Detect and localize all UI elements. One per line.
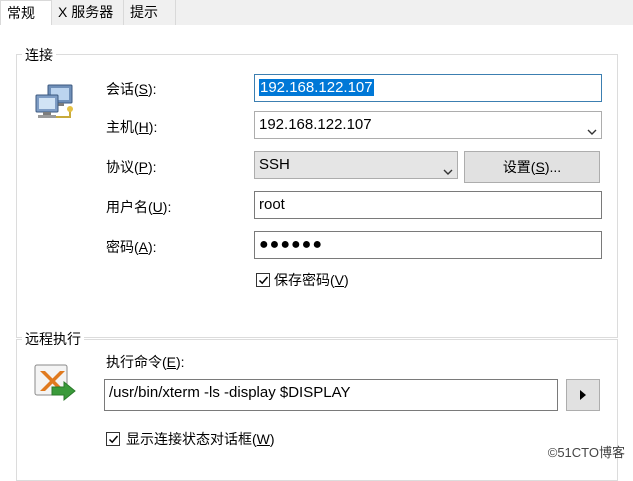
protocol-label: 协议(P): — [106, 159, 157, 175]
triangle-right-icon — [580, 390, 586, 400]
show-status-dialog-label[interactable]: 显示连接状态对话框(W) — [126, 430, 275, 448]
tab-hints[interactable]: 提示 — [124, 0, 176, 25]
password-input-value: ●●●●●● — [259, 236, 323, 253]
tab-hints-label: 提示 — [130, 4, 158, 20]
save-password-checkbox[interactable] — [256, 273, 270, 287]
command-input[interactable]: /usr/bin/xterm -ls -display $DISPLAY — [104, 379, 558, 411]
connection-group-title: 连接 — [22, 45, 56, 65]
protocol-select[interactable]: SSH — [254, 151, 458, 179]
xmanager-launch-icon — [34, 363, 76, 403]
host-combobox[interactable]: 192.168.122.107 — [254, 111, 602, 139]
session-input-value: 192.168.122.107 — [259, 79, 374, 96]
settings-button[interactable]: 设置(S)... — [464, 151, 600, 183]
chevron-down-icon[interactable] — [443, 160, 453, 175]
session-label: 会话(S): — [106, 81, 157, 97]
command-input-value: /usr/bin/xterm -ls -display $DISPLAY — [109, 384, 351, 401]
tab-x-server[interactable]: X 服务器 — [52, 0, 124, 25]
chevron-down-icon[interactable] — [587, 120, 597, 135]
tab-bar: 常规 X 服务器 提示 — [0, 0, 633, 26]
session-input[interactable]: 192.168.122.107 — [254, 74, 602, 102]
tab-x-server-label: X 服务器 — [58, 4, 114, 20]
checkmark-icon — [258, 276, 269, 285]
network-computers-icon — [32, 81, 76, 125]
save-password-label[interactable]: 保存密码(V) — [274, 271, 349, 289]
command-menu-button[interactable] — [566, 379, 600, 411]
general-panel: 连接 会话(S): 192.168.122.107 主机(H): 192.168… — [0, 25, 633, 481]
username-label: 用户名(U): — [106, 199, 172, 215]
tab-general[interactable]: 常规 — [0, 0, 52, 26]
protocol-select-value: SSH — [259, 156, 290, 173]
command-label: 执行命令(E): — [106, 354, 185, 370]
password-input[interactable]: ●●●●●● — [254, 231, 602, 259]
host-combobox-value: 192.168.122.107 — [259, 116, 372, 133]
remote-execution-group-title: 远程执行 — [22, 329, 84, 349]
username-input-value: root — [259, 196, 285, 213]
password-label: 密码(A): — [106, 239, 157, 255]
checkmark-icon — [108, 435, 119, 444]
watermark: ©51CTO博客 — [547, 445, 625, 460]
username-input[interactable]: root — [254, 191, 602, 219]
tab-general-label: 常规 — [7, 5, 35, 21]
show-status-dialog-checkbox[interactable] — [106, 432, 120, 446]
host-label: 主机(H): — [106, 119, 158, 135]
